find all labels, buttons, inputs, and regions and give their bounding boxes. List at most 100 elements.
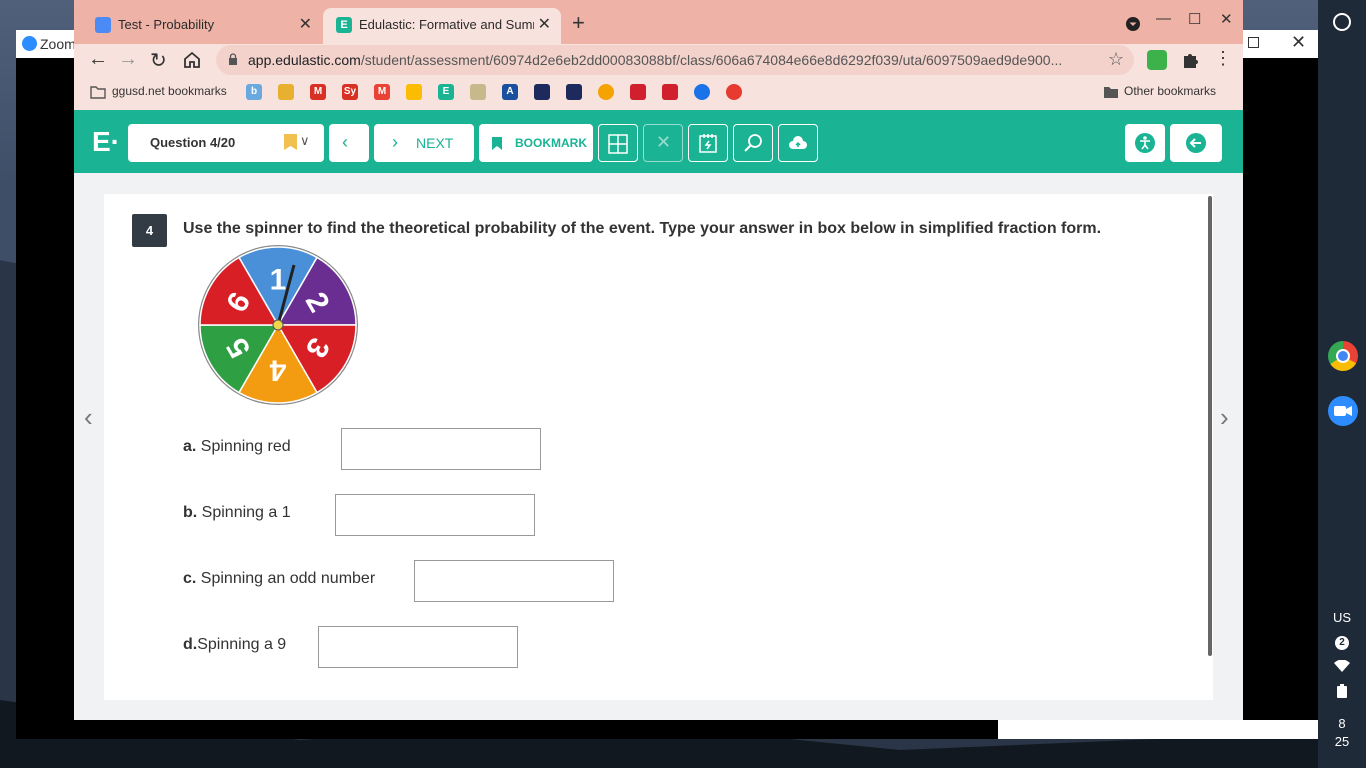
zoom-area bbox=[998, 720, 1318, 739]
bookmark-folder-ggusd[interactable]: ggusd.net bookmarks bbox=[112, 84, 227, 98]
minimize-icon[interactable]: — bbox=[1156, 10, 1171, 27]
spinner-hub bbox=[272, 319, 284, 331]
lock-icon bbox=[229, 53, 237, 65]
search-icon bbox=[744, 134, 762, 152]
launcher-icon[interactable] bbox=[1332, 12, 1352, 32]
back-icon[interactable]: ← bbox=[88, 48, 108, 71]
save-button[interactable] bbox=[778, 124, 818, 162]
home-icon[interactable] bbox=[182, 50, 202, 70]
clock-minute: 25 bbox=[1334, 734, 1350, 749]
tab-strip: Test - Probability ✕ E Edulastic: Format… bbox=[74, 0, 1243, 44]
reload-icon[interactable]: ↻ bbox=[150, 48, 167, 73]
scratchpad-button[interactable] bbox=[688, 124, 728, 162]
gmail-icon[interactable]: M bbox=[374, 84, 390, 100]
spinner-image: 123456 bbox=[198, 245, 358, 405]
edulastic-bookmark-icon[interactable]: E bbox=[438, 84, 454, 100]
assessment-header: E· Question 4/20 ∨ ‹ › NEXT BOOKMARK ✕ bbox=[74, 110, 1243, 173]
browser-window: Test - Probability ✕ E Edulastic: Format… bbox=[74, 0, 1243, 720]
close-tab-icon[interactable]: ✕ bbox=[299, 14, 312, 34]
question-prompt: Use the spinner to find the theoretical … bbox=[183, 220, 1102, 237]
edulastic-icon: E bbox=[336, 17, 352, 33]
question-selector-label: Question 4/20 bbox=[150, 135, 236, 150]
part-d-label: d.Spinning a 9 bbox=[183, 636, 287, 653]
previous-question-arrow-icon[interactable]: ‹ bbox=[84, 402, 93, 433]
zoom-app-icon[interactable] bbox=[1328, 396, 1358, 426]
edulastic-logo: E· bbox=[92, 126, 120, 157]
bookmark-icon[interactable]: Sy bbox=[342, 84, 358, 100]
chevron-left-icon: ‹ bbox=[342, 132, 348, 152]
chevron-right-icon: › bbox=[392, 132, 398, 152]
zoom-logo-icon bbox=[22, 36, 37, 51]
address-bar[interactable]: app.edulastic.com/student/assessment/609… bbox=[216, 45, 1134, 75]
maximize-icon[interactable]: ☐ bbox=[1188, 10, 1201, 28]
menu-kebab-icon[interactable]: ⋮ bbox=[1214, 48, 1232, 69]
eliminate-button[interactable]: ✕ bbox=[643, 124, 683, 162]
part-c-label: c. Spinning an odd number bbox=[183, 570, 376, 587]
question-selector[interactable]: Question 4/20 ∨ bbox=[128, 124, 324, 162]
notification-count[interactable]: 2 bbox=[1335, 636, 1349, 650]
calculator-button[interactable] bbox=[598, 124, 638, 162]
folder-icon bbox=[1104, 87, 1118, 98]
bookmark-icon[interactable] bbox=[406, 84, 422, 100]
bookmark-icon[interactable] bbox=[534, 84, 550, 100]
tab-title: Test - Probability bbox=[118, 17, 215, 32]
close-window-icon[interactable]: ✕ bbox=[1220, 10, 1233, 28]
other-bookmarks[interactable]: Other bookmarks bbox=[1124, 84, 1216, 98]
bookmarks-bar: ggusd.net bookmarks b M Sy M E A Other b… bbox=[74, 76, 1243, 110]
bookmark-icon[interactable] bbox=[726, 84, 742, 100]
question-number: 4 bbox=[132, 214, 167, 247]
forward-icon[interactable]: → bbox=[118, 48, 138, 71]
accessibility-button[interactable] bbox=[1125, 124, 1165, 162]
browser-toolbar: ← → ↻ app.edulastic.com/student/assessme… bbox=[74, 44, 1243, 76]
cloud-upload-icon bbox=[789, 136, 807, 149]
tab-edulastic[interactable]: E Edulastic: Formative and Summ ✕ bbox=[323, 8, 561, 44]
next-question-arrow-icon[interactable]: › bbox=[1220, 402, 1229, 433]
profile-dropdown-icon[interactable] bbox=[1125, 16, 1141, 32]
bookmark-icon[interactable]: A bbox=[502, 84, 518, 100]
battery-icon bbox=[1337, 684, 1347, 698]
new-tab-icon[interactable]: + bbox=[572, 10, 585, 36]
part-b-label: b. Spinning a 1 bbox=[183, 504, 291, 521]
wifi-icon bbox=[1334, 660, 1350, 672]
zoom-window-title: Zoom bbox=[40, 36, 76, 52]
answer-input-d[interactable] bbox=[318, 626, 518, 668]
answer-input-c[interactable] bbox=[414, 560, 614, 602]
answer-input-a[interactable] bbox=[341, 428, 541, 470]
extensions-puzzle-icon[interactable] bbox=[1180, 50, 1200, 70]
previous-button[interactable]: ‹ bbox=[329, 124, 369, 162]
bookmark-icon[interactable] bbox=[470, 84, 486, 100]
chrome-app-icon[interactable] bbox=[1328, 341, 1358, 371]
chevron-down-icon: ∨ bbox=[300, 133, 310, 148]
bookmark-icon[interactable] bbox=[662, 84, 678, 100]
bookmark-icon[interactable]: b bbox=[246, 84, 262, 100]
clock-hour: 8 bbox=[1338, 716, 1346, 731]
bookmark-icon[interactable] bbox=[278, 84, 294, 100]
close-icon[interactable]: ✕ bbox=[1291, 32, 1306, 53]
exit-button[interactable] bbox=[1170, 124, 1222, 162]
exit-arrow-icon bbox=[1186, 133, 1206, 153]
bookmark-icon[interactable] bbox=[694, 84, 710, 100]
tab-test-probability[interactable]: Test - Probability ✕ bbox=[82, 8, 322, 44]
url-text: app.edulastic.com/student/assessment/609… bbox=[248, 52, 1063, 68]
answer-input-b[interactable] bbox=[335, 494, 535, 536]
bookmark-star-icon[interactable]: ☆ bbox=[1108, 49, 1124, 70]
bookmark-label: BOOKMARK bbox=[515, 136, 587, 150]
close-icon: ✕ bbox=[656, 132, 672, 152]
close-tab-icon[interactable]: ✕ bbox=[538, 14, 551, 34]
maximize-icon[interactable] bbox=[1248, 37, 1259, 48]
google-classroom-icon bbox=[95, 17, 111, 33]
magnifier-button[interactable] bbox=[733, 124, 773, 162]
bookmark-icon[interactable]: M bbox=[310, 84, 326, 100]
bookmark-flag-icon bbox=[284, 134, 297, 150]
keyboard-layout[interactable]: US bbox=[1318, 610, 1366, 625]
extension-icon[interactable] bbox=[1147, 50, 1167, 70]
part-a-label: a. Spinning red bbox=[183, 438, 291, 455]
scratchpad-icon bbox=[699, 134, 717, 153]
next-button[interactable]: › NEXT bbox=[374, 124, 474, 162]
bookmark-icon[interactable] bbox=[598, 84, 614, 100]
calculator-icon bbox=[608, 134, 628, 154]
scrollbar[interactable] bbox=[1208, 196, 1212, 656]
bookmark-icon[interactable] bbox=[630, 84, 646, 100]
bookmark-icon[interactable] bbox=[566, 84, 582, 100]
bookmark-button[interactable]: BOOKMARK bbox=[479, 124, 593, 162]
